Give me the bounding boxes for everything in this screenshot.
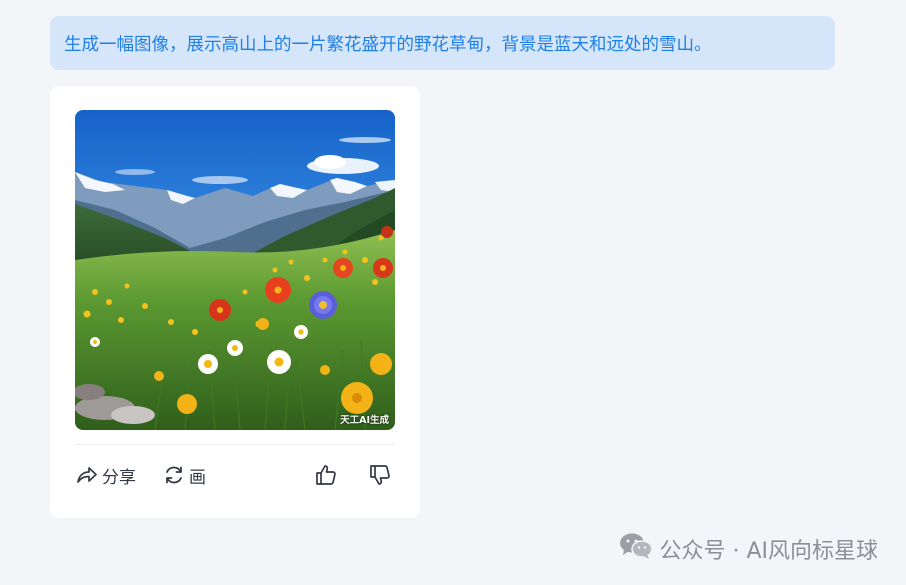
share-icon xyxy=(76,465,98,485)
redraw-label: 画 xyxy=(189,467,206,488)
meadow-illustration xyxy=(75,110,395,430)
refresh-icon xyxy=(163,464,185,486)
share-label: 分享 xyxy=(102,467,136,488)
user-message-text: 生成一幅图像，展示高山上的一片繁花盛开的野花草甸，背景是蓝天和远处的雪山。 xyxy=(64,34,712,55)
ai-reply-card: 天工AI生成 分享 画 xyxy=(50,86,420,518)
card-divider xyxy=(75,444,395,445)
image-ai-watermark: 天工AI生成 xyxy=(340,415,389,426)
wechat-icon xyxy=(619,532,654,566)
account-name: 公众号 · AI风向标星球 xyxy=(659,539,878,564)
generated-image[interactable]: 天工AI生成 xyxy=(75,110,395,430)
thumbs-down-icon xyxy=(368,463,392,487)
share-button[interactable]: 分享 xyxy=(76,462,136,488)
wechat-account-watermark: 公众号 · AI风向标星球 xyxy=(619,533,878,565)
like-button[interactable] xyxy=(314,462,338,488)
chat-page: 生成一幅图像，展示高山上的一片繁花盛开的野花草甸，背景是蓝天和远处的雪山。 天工… xyxy=(0,0,906,585)
thumbs-up-icon xyxy=(314,463,338,487)
redraw-button[interactable]: 画 xyxy=(163,462,206,488)
user-message-bubble: 生成一幅图像，展示高山上的一片繁花盛开的野花草甸，背景是蓝天和远处的雪山。 xyxy=(50,16,835,70)
dislike-button[interactable] xyxy=(368,462,392,488)
